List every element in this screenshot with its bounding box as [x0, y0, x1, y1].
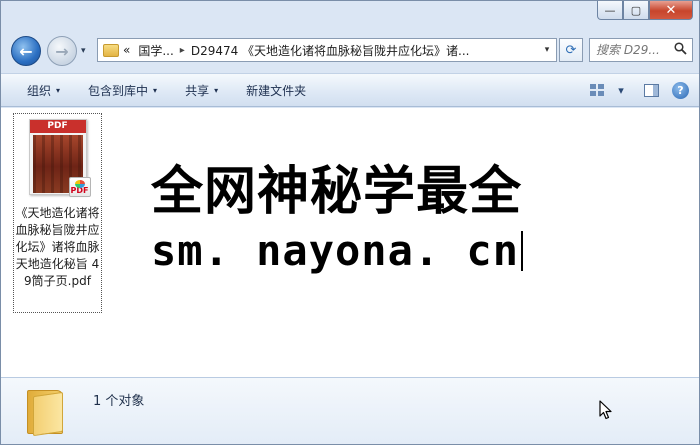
address-bar[interactable]: « 国学... ▸ D29474 《天地造化诸将血脉秘旨陇井应化坛》诸... ▾ — [97, 38, 557, 62]
organize-menu[interactable]: 组织 ▾ — [1, 82, 74, 99]
breadcrumb-current[interactable]: D29474 《天地造化诸将血脉秘旨陇井应化坛》诸... — [191, 42, 470, 59]
back-button[interactable]: ← — [11, 36, 41, 66]
watermark-title: 全网神秘学最全 — [151, 162, 523, 222]
change-view-button[interactable] — [588, 81, 606, 99]
new-folder-label: 新建文件夹 — [246, 83, 307, 98]
include-in-library-menu[interactable]: 包含到库中 ▾ — [74, 82, 171, 99]
preview-pane-button[interactable] — [642, 81, 660, 99]
details-pane: 1 个对象 — [1, 377, 699, 444]
command-toolbar: 组织 ▾ 包含到库中 ▾ 共享 ▾ 新建文件夹 ▾ ? — [1, 73, 699, 107]
chevron-down-icon: ▾ — [153, 85, 158, 95]
text-caret — [521, 231, 524, 271]
maximize-button[interactable]: ▢ — [623, 1, 649, 20]
pdf-app-icon: PDF — [68, 177, 91, 197]
chevron-down-icon: ▾ — [56, 85, 61, 95]
search-input[interactable] — [596, 43, 672, 57]
share-label: 共享 — [185, 83, 210, 98]
pdf-banner: PDF — [29, 120, 86, 133]
share-menu[interactable]: 共享 ▾ — [171, 82, 232, 99]
include-in-library-label: 包含到库中 — [88, 83, 149, 98]
view-grid-icon — [590, 84, 604, 96]
refresh-button[interactable]: ⟳ — [559, 38, 583, 62]
chevron-down-icon: ▾ — [214, 85, 219, 95]
forward-button[interactable]: → — [47, 36, 77, 66]
close-button[interactable]: ✕ — [649, 1, 693, 20]
caption-buttons: — ▢ ✕ — [597, 1, 693, 22]
help-icon[interactable]: ? — [672, 81, 689, 99]
breadcrumb-root[interactable]: 国学... — [138, 42, 173, 59]
search-icon[interactable] — [674, 42, 687, 58]
folder-icon — [103, 43, 119, 57]
file-name: 《天地造化诸将血脉秘旨陇井应化坛》诸将血脉天地造化秘旨 49筒子页.pdf — [15, 206, 100, 288]
search-box[interactable] — [589, 38, 693, 62]
breadcrumb-separator-icon[interactable]: ▸ — [180, 45, 185, 56]
preview-pane-icon — [643, 83, 659, 97]
folder-icon-large — [27, 386, 67, 437]
minimize-button[interactable]: — — [597, 1, 623, 20]
file-list-area[interactable]: PDF PDF 《天地造化诸将血脉秘旨陇井应化坛》诸将血脉天地造化秘旨 49筒子… — [1, 108, 699, 377]
file-item-pdf[interactable]: PDF PDF 《天地造化诸将血脉秘旨陇井应化坛》诸将血脉天地造化秘旨 49筒子… — [13, 113, 102, 313]
navigation-row: ← → ▾ « 国学... ▸ D29474 《天地造化诸将血脉秘旨陇井应化坛》… — [1, 31, 699, 71]
chevron-down-icon: ▾ — [618, 83, 624, 97]
watermark-url-line: sm. nayona. cn — [151, 226, 524, 276]
breadcrumb-overflow[interactable]: « — [123, 43, 130, 57]
watermark-url: sm. nayona. cn — [151, 226, 520, 275]
view-options-dropdown[interactable]: ▾ — [612, 81, 630, 99]
address-dropdown-icon[interactable]: ▾ — [538, 45, 556, 55]
toolbar-right-group: ▾ ? — [576, 81, 689, 99]
new-folder-button[interactable]: 新建文件夹 — [232, 82, 320, 99]
recent-pages-dropdown[interactable]: ▾ — [81, 46, 86, 56]
item-count: 1 个对象 — [93, 394, 145, 409]
organize-label: 组织 — [27, 83, 52, 98]
watermark-overlay: 全网神秘学最全 sm. nayona. cn — [147, 160, 555, 284]
explorer-window: — ▢ ✕ ← → ▾ « 国学... ▸ D29474 《天地造化诸将血脉秘旨… — [0, 0, 700, 445]
pdf-thumbnail: PDF PDF — [25, 119, 91, 199]
